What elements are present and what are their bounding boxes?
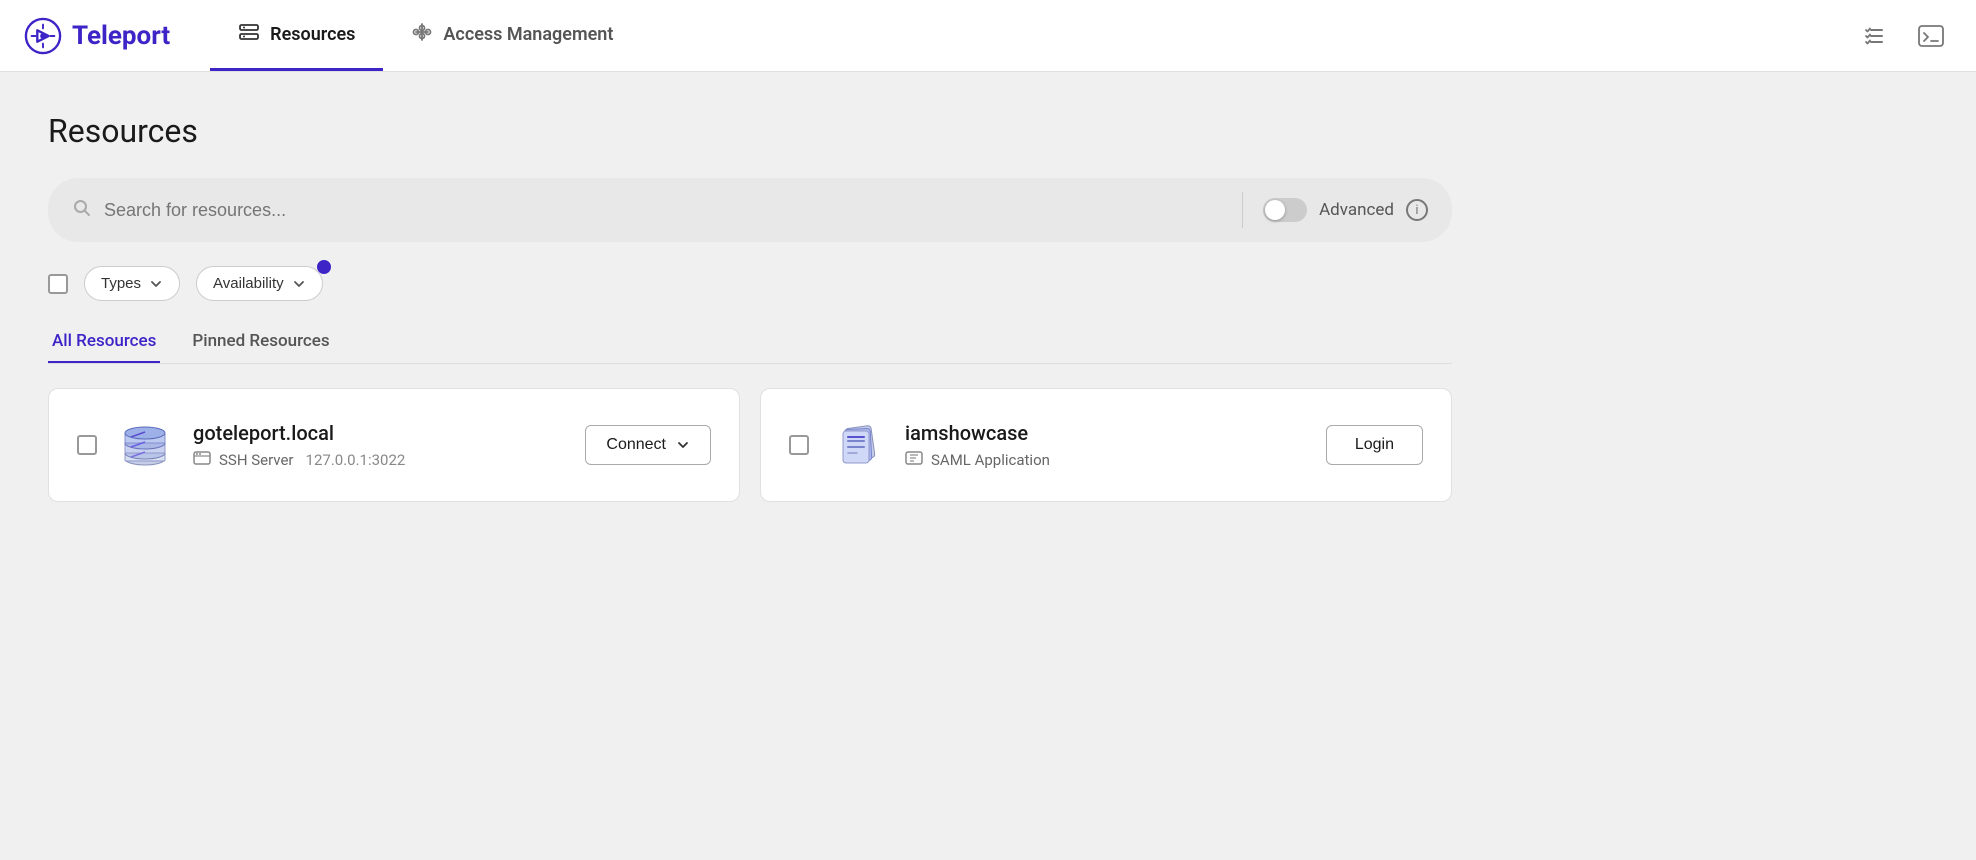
card-action-goteleport: Connect <box>585 425 711 465</box>
nav-actions <box>1854 0 1952 71</box>
filters-row: Types Availability <box>48 266 1452 301</box>
card-checkbox-goteleport[interactable] <box>77 435 97 455</box>
search-icon <box>72 198 92 223</box>
types-filter-label: Types <box>101 275 141 292</box>
connect-chevron-icon <box>676 438 690 452</box>
card-info-goteleport: goteleport.local SSH Server 127.0.0.1:30… <box>193 421 565 469</box>
login-button-iamshowcase[interactable]: Login <box>1326 425 1423 465</box>
ssh-server-icon <box>117 417 173 473</box>
header: Teleport Resources <box>0 0 1976 72</box>
types-chevron-icon <box>149 277 163 291</box>
teleport-logo-icon <box>24 17 62 55</box>
terminal-icon <box>1918 25 1944 47</box>
terminal-button[interactable] <box>1910 17 1952 55</box>
ssh-type-icon <box>193 451 211 469</box>
checklist-icon <box>1862 24 1886 48</box>
resource-card-goteleport: goteleport.local SSH Server 127.0.0.1:30… <box>48 388 740 502</box>
resource-tabs: All Resources Pinned Resources <box>48 321 1452 364</box>
resource-card-iamshowcase: iamshowcase SAML Application Lo <box>760 388 1452 502</box>
types-filter-button[interactable]: Types <box>84 266 180 301</box>
search-divider <box>1242 192 1243 228</box>
tab-all-resources[interactable]: All Resources <box>48 321 160 363</box>
resource-grid: goteleport.local SSH Server 127.0.0.1:30… <box>48 388 1452 502</box>
search-bar-container: Advanced i <box>48 178 1452 242</box>
card-name-goteleport: goteleport.local <box>193 421 565 445</box>
saml-type-icon <box>905 451 923 469</box>
advanced-info-icon[interactable]: i <box>1406 199 1428 221</box>
card-type-goteleport: SSH Server <box>219 451 294 469</box>
access-management-nav-icon <box>411 21 433 48</box>
card-type-iamshowcase: SAML Application <box>931 451 1050 469</box>
advanced-area: Advanced i <box>1263 198 1428 222</box>
nav-item-access-management[interactable]: Access Management <box>383 0 641 71</box>
nav-access-management-label: Access Management <box>443 24 613 45</box>
tab-pinned-resources[interactable]: Pinned Resources <box>188 321 333 363</box>
search-input[interactable] <box>104 200 1222 221</box>
saml-app-icon <box>829 417 885 473</box>
card-name-iamshowcase: iamshowcase <box>905 421 1306 445</box>
nav-resources-label: Resources <box>270 24 355 45</box>
card-address-goteleport: 127.0.0.1:3022 <box>306 451 406 469</box>
card-type-row-iamshowcase: SAML Application <box>905 451 1306 469</box>
resources-nav-icon <box>238 21 260 48</box>
main-nav: Resources Access Management <box>210 0 1854 71</box>
card-info-iamshowcase: iamshowcase SAML Application <box>905 421 1306 469</box>
availability-filter-label: Availability <box>213 275 284 292</box>
select-all-checkbox[interactable] <box>48 274 68 294</box>
advanced-label: Advanced <box>1319 200 1394 220</box>
card-type-row-goteleport: SSH Server 127.0.0.1:3022 <box>193 451 565 469</box>
availability-chevron-icon <box>292 277 306 291</box>
main-content: Resources Advanced i Types <box>0 72 1500 542</box>
toggle-knob <box>1265 200 1285 220</box>
page-title: Resources <box>48 112 1452 150</box>
advanced-toggle[interactable] <box>1263 198 1307 222</box>
card-checkbox-iamshowcase[interactable] <box>789 435 809 455</box>
connect-button-goteleport[interactable]: Connect <box>585 425 711 465</box>
availability-filter-button[interactable]: Availability <box>196 266 323 301</box>
logo[interactable]: Teleport <box>24 0 170 71</box>
card-action-iamshowcase: Login <box>1326 425 1423 465</box>
nav-item-resources[interactable]: Resources <box>210 0 383 71</box>
activity-button[interactable] <box>1854 16 1894 56</box>
logo-text: Teleport <box>72 21 170 51</box>
availability-active-dot <box>317 260 331 274</box>
